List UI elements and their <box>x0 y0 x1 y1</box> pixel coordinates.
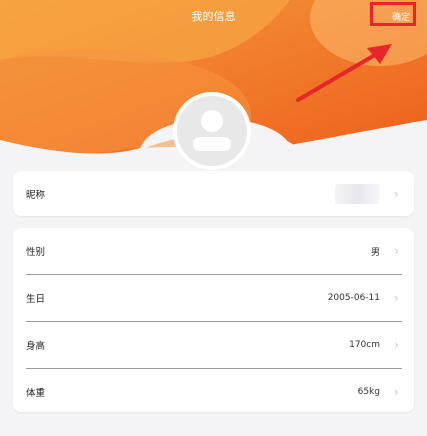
weight-row[interactable]: 体重 65kg › <box>13 369 414 415</box>
nickname-card: 昵称 › <box>13 171 414 216</box>
nickname-row[interactable]: 昵称 › <box>13 171 414 216</box>
profile-card: 性别 男 › 生日 2005-06-11 › 身高 170cm › 体重 65k… <box>13 228 414 412</box>
nickname-value-blurred <box>335 183 380 204</box>
chevron-right-icon: › <box>394 186 399 201</box>
confirm-label: 确定 <box>391 13 410 23</box>
gender-row[interactable]: 性别 男 › <box>13 228 414 274</box>
height-label: 身高 <box>26 341 46 352</box>
chevron-right-icon: › <box>394 291 399 305</box>
nickname-label: 昵称 <box>26 189 46 201</box>
confirm-button[interactable]: 确定 <box>370 2 416 26</box>
birthday-label: 生日 <box>26 294 46 305</box>
height-row[interactable]: 身高 170cm › <box>13 322 414 368</box>
user-placeholder-icon <box>193 110 231 151</box>
weight-label: 体重 <box>26 388 46 399</box>
avatar[interactable] <box>173 92 251 170</box>
chevron-right-icon: › <box>394 338 399 352</box>
weight-value: 65kg <box>357 387 380 397</box>
height-value: 170cm <box>349 340 380 350</box>
chevron-right-icon: › <box>394 385 399 399</box>
gender-label: 性别 <box>26 247 46 258</box>
chevron-right-icon: › <box>394 244 399 258</box>
birthday-value: 2005-06-11 <box>327 293 380 303</box>
gender-value: 男 <box>370 247 380 258</box>
birthday-row[interactable]: 生日 2005-06-11 › <box>13 275 414 321</box>
